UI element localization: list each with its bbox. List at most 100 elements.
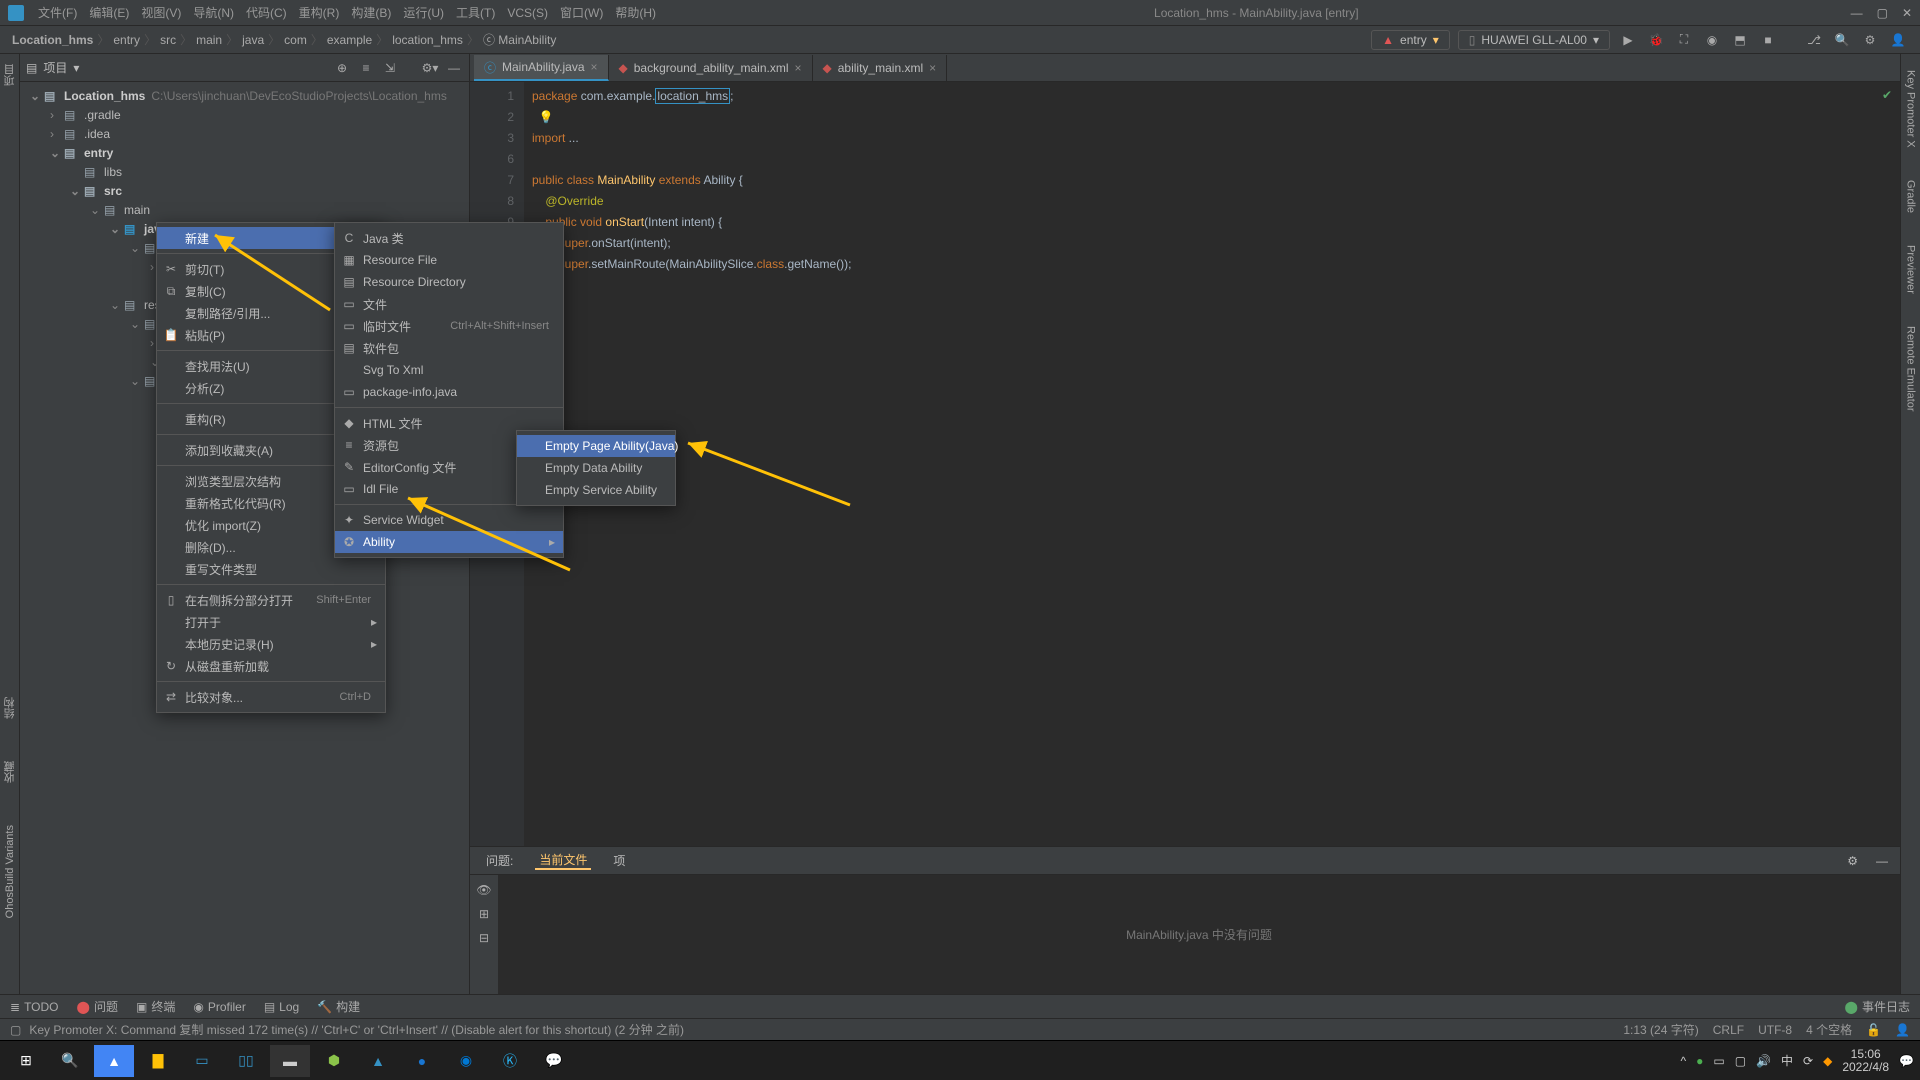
crumb[interactable]: entry [113, 33, 140, 47]
lock-icon[interactable]: 🔓 [1866, 1023, 1881, 1037]
crumb-file[interactable]: ⓒ MainAbility [483, 31, 556, 48]
side-tab-previewer[interactable]: Previewer [1903, 239, 1919, 300]
bottom-build[interactable]: 🔨 构建 [317, 998, 360, 1015]
tab-close-icon[interactable]: × [795, 61, 802, 75]
hide-icon[interactable]: — [1876, 854, 1888, 868]
line-ending[interactable]: CRLF [1713, 1023, 1744, 1037]
context-menu-item[interactable]: 本地历史记录(H)▸ [157, 633, 385, 655]
search-button[interactable]: 🔍 [50, 1045, 90, 1077]
context-menu-item[interactable]: ↻从磁盘重新加载 [157, 655, 385, 677]
problems-tab-proj[interactable]: 项 [609, 852, 629, 869]
locate-icon[interactable]: ⊕ [333, 61, 351, 75]
terminal[interactable]: ▬ [270, 1045, 310, 1077]
vcs-button[interactable]: ⎇ [1804, 33, 1824, 47]
stop-button[interactable]: ■ [1758, 33, 1778, 47]
hide-icon[interactable]: — [445, 61, 463, 75]
context-menu-item[interactable]: ✦Service Widget [335, 509, 563, 531]
menu-vcs[interactable]: VCS(S) [501, 6, 554, 20]
context-menu-item[interactable]: Empty Data Ability [517, 457, 675, 479]
ime-icon[interactable]: 中 [1781, 1052, 1793, 1069]
context-menu-item[interactable]: ▤Resource Directory [335, 271, 563, 293]
task-app-6[interactable]: Ⓚ [490, 1045, 530, 1077]
problems-tab-current[interactable]: 当前文件 [535, 851, 591, 870]
inspect-icon[interactable]: 👤 [1895, 1023, 1910, 1037]
clock[interactable]: 15:06 2022/4/8 [1842, 1048, 1889, 1074]
tree-node-src[interactable]: ⌄▤src [20, 181, 469, 200]
side-tab-remote[interactable]: Remote Emulator [1903, 320, 1919, 418]
edge-browser[interactable]: ◉ [446, 1045, 486, 1077]
settings-icon[interactable]: ⚙▾ [421, 61, 439, 75]
tree-node-entry[interactable]: ⌄▤entry [20, 143, 469, 162]
context-menu-item[interactable]: CJava 类 [335, 227, 563, 249]
volume-icon[interactable]: 🔊 [1756, 1054, 1771, 1068]
expand-icon[interactable]: ≡ [357, 61, 375, 75]
network-icon[interactable]: ▢ [1735, 1054, 1746, 1068]
bottom-problems[interactable]: ⬤ 问题 [77, 998, 118, 1015]
context-menu-item[interactable]: Empty Page Ability(Java) [517, 435, 675, 457]
menu-run[interactable]: 运行(U) [397, 4, 450, 21]
task-app-5[interactable]: ● [402, 1045, 442, 1077]
maximize-icon[interactable]: ▢ [1877, 6, 1888, 20]
side-tab-project[interactable]: 项目 [0, 58, 20, 92]
wechat[interactable]: 💬 [534, 1045, 574, 1077]
tab-close-icon[interactable]: × [929, 61, 936, 75]
context-menu-item[interactable]: 打开于▸ [157, 611, 385, 633]
side-tab-favorites[interactable]: 收藏 [0, 755, 20, 789]
side-tab-ohos[interactable]: OhosBuild Variants [2, 819, 18, 924]
editor-body[interactable]: 1 2 3 6 7 8 9 10 11 12 13 package com.ex… [470, 82, 1900, 846]
attach-button[interactable]: ⬒ [1730, 33, 1750, 47]
context-menu-item[interactable]: ▭临时文件Ctrl+Alt+Shift+Insert [335, 315, 563, 337]
device-selector[interactable]: ▯ HUAWEI GLL-AL00 ▾ [1458, 30, 1610, 50]
task-app-4[interactable]: ⬢ [314, 1045, 354, 1077]
collapse-icon[interactable]: ⇲ [381, 61, 399, 75]
context-menu-item[interactable]: ▭package-info.java [335, 381, 563, 403]
tree-node[interactable]: ›▤.gradle [20, 105, 469, 124]
task-app-3[interactable]: ▯▯ [226, 1045, 266, 1077]
close-icon[interactable]: ✕ [1902, 6, 1912, 20]
collapse-icon[interactable]: ⊟ [479, 931, 489, 945]
side-tab-structure[interactable]: 结构 [0, 691, 20, 725]
debug-button[interactable]: 🐞 [1646, 33, 1666, 47]
context-menu-item[interactable]: ▦Resource File [335, 249, 563, 271]
side-tab-gradle[interactable]: Gradle [1903, 174, 1919, 219]
indent[interactable]: 4 个空格 [1806, 1021, 1852, 1038]
crumb[interactable]: location_hms [392, 33, 463, 47]
event-log[interactable]: ⬤ 事件日志 [1845, 998, 1910, 1015]
start-button[interactable]: ⊞ [6, 1045, 46, 1077]
user-button[interactable]: 👤 [1888, 33, 1908, 47]
tray-chevron-icon[interactable]: ^ [1680, 1054, 1686, 1068]
crumb[interactable]: main [196, 33, 222, 47]
file-explorer[interactable]: ▇ [138, 1045, 178, 1077]
crumb[interactable]: java [242, 33, 264, 47]
chevron-down-icon[interactable]: ▾ [73, 61, 79, 75]
tree-node[interactable]: ⌄▤main [20, 200, 469, 219]
tree-node[interactable]: ›▤.idea [20, 124, 469, 143]
context-menu-item[interactable]: Svg To Xml [335, 359, 563, 381]
crumb[interactable]: example [327, 33, 372, 47]
bottom-terminal[interactable]: ▣ 终端 [136, 998, 175, 1015]
context-menu-item[interactable]: ▯在右侧拆分部分打开Shift+Enter [157, 589, 385, 611]
tray-icon[interactable]: ◆ [1823, 1054, 1832, 1068]
status-left-icon[interactable]: ▢ [10, 1023, 21, 1037]
tab-close-icon[interactable]: × [591, 60, 598, 74]
bottom-todo[interactable]: ≣ TODO [10, 1000, 59, 1014]
menu-refactor[interactable]: 重构(R) [293, 4, 346, 21]
menu-help[interactable]: 帮助(H) [609, 4, 662, 21]
cursor-position[interactable]: 1:13 (24 字符) [1623, 1021, 1698, 1038]
menu-navigate[interactable]: 导航(N) [187, 4, 240, 21]
crumb[interactable]: com [284, 33, 307, 47]
menu-edit[interactable]: 编辑(E) [83, 4, 135, 21]
minimize-icon[interactable]: — [1851, 6, 1863, 20]
task-app-1[interactable]: ▲ [94, 1045, 134, 1077]
menu-file[interactable]: 文件(F) [32, 4, 83, 21]
context-menu-item[interactable]: 重写文件类型 [157, 558, 385, 580]
editor-tab[interactable]: ◆ ability_main.xml × [813, 55, 948, 81]
task-app-2[interactable]: ▭ [182, 1045, 222, 1077]
bottom-log[interactable]: ▤ Log [264, 1000, 299, 1014]
gear-icon[interactable]: ⚙ [1847, 854, 1858, 868]
context-menu-item[interactable]: ▤软件包 [335, 337, 563, 359]
system-tray[interactable]: ^ ● ▭ ▢ 🔊 中 ⟳ ◆ 15:06 2022/4/8 💬 [1680, 1048, 1914, 1074]
profile-button[interactable]: ◉ [1702, 33, 1722, 47]
code-content[interactable]: package com.example.location_hms; 💡 impo… [524, 82, 1900, 846]
coverage-button[interactable]: ⛶ [1674, 32, 1694, 47]
